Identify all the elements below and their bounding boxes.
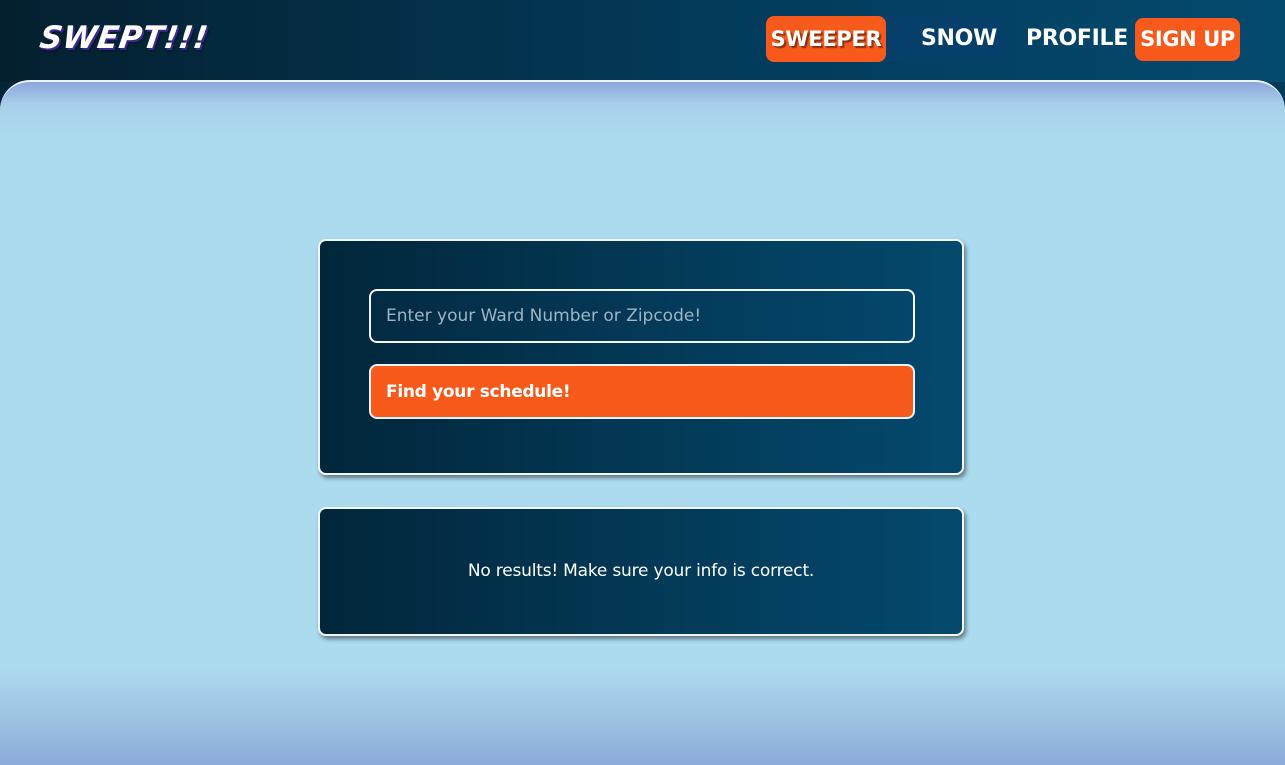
top-navigation-bar: SWEPT!!! SWEEPER SNOW PROFILE SIGN UP <box>0 0 1285 82</box>
no-results-message: No results! Make sure your info is corre… <box>467 561 815 581</box>
ward-zipcode-input[interactable] <box>369 289 915 343</box>
snow-mode-button[interactable]: SNOW <box>912 16 1006 62</box>
sweeper-mode-button[interactable]: SWEEPER <box>766 16 886 62</box>
search-card: Find your schedule! <box>318 239 964 475</box>
find-schedule-button[interactable]: Find your schedule! <box>369 364 915 419</box>
mode-toggle: SWEEPER SNOW <box>766 16 1006 62</box>
sign-up-button[interactable]: SIGN UP <box>1135 18 1240 61</box>
app-logo[interactable]: SWEPT!!! <box>37 20 210 56</box>
profile-link[interactable]: PROFILE <box>1026 16 1128 62</box>
results-card: No results! Make sure your info is corre… <box>318 507 964 636</box>
